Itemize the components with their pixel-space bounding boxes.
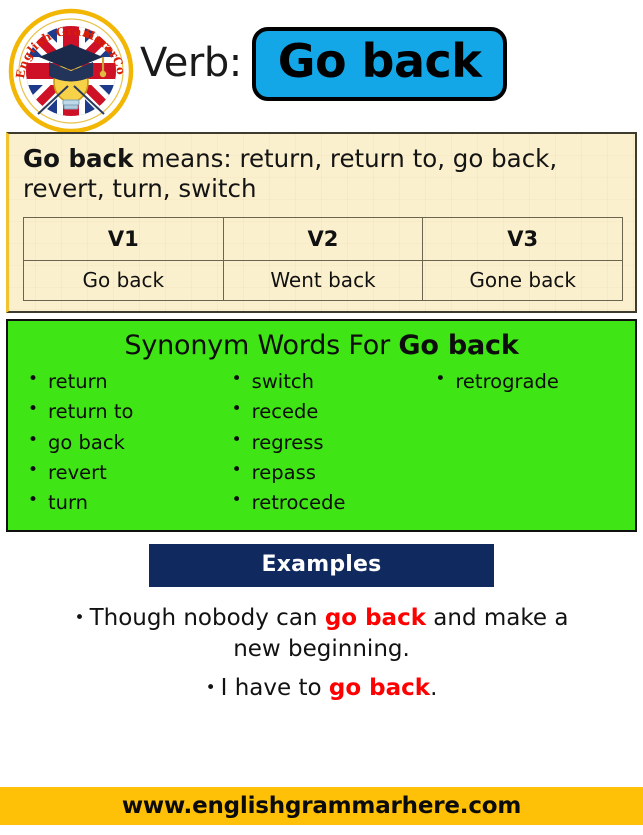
synonyms-title-subject: Go back — [398, 330, 519, 362]
list-item: repass — [226, 457, 424, 488]
examples-list: • Though nobody can go back and make a ne… — [0, 603, 643, 703]
logo-badge: English Grammar Here.Com — [8, 8, 134, 134]
synonyms-list-3: retrograde — [429, 366, 627, 397]
meaning-subject: Go back — [23, 144, 134, 173]
table-cell-v1: Go back — [23, 260, 224, 302]
list-item: go back — [22, 427, 220, 458]
table-cell-v3: Gone back — [422, 260, 623, 302]
meaning-text: Go back means: return, return to, go bac… — [23, 144, 623, 204]
list-item: switch — [226, 366, 424, 397]
list-item: return to — [22, 396, 220, 427]
list-item: recede — [226, 396, 424, 427]
list-item: retrograde — [429, 366, 627, 397]
table-row: Go back Went back Gone back — [23, 260, 623, 302]
example-2-after: . — [430, 674, 438, 701]
meaning-connector: means: — [133, 144, 240, 173]
table-header-v3: V3 — [422, 217, 623, 262]
list-item: turn — [22, 487, 220, 518]
list-item: retrocede — [226, 487, 424, 518]
footer-bar: www.englishgrammarhere.com — [0, 787, 643, 825]
meaning-panel: Go back means: return, return to, go bac… — [6, 132, 637, 314]
synonyms-column-1: return return to go back revert turn — [16, 366, 220, 518]
bullet-icon: • — [74, 608, 85, 629]
table-header-v1: V1 — [23, 217, 224, 262]
examples-section: Examples • Though nobody can go back and … — [0, 544, 643, 703]
logo-icon: English Grammar Here.Com — [8, 8, 134, 134]
example-item-2: • I have to go back. — [0, 673, 643, 704]
page-header: English Grammar Here.Com Verb: Go back — [0, 0, 643, 134]
bullet-icon: • — [205, 677, 216, 698]
example-item-1: • Though nobody can go back and make a ne… — [0, 603, 643, 665]
synonyms-list-2: switch recede regress repass retrocede — [226, 366, 424, 518]
examples-heading: Examples — [149, 544, 494, 588]
table-cell-v2: Went back — [222, 260, 424, 302]
verb-label: Verb: — [140, 40, 242, 86]
verb-title-box: Go back — [251, 27, 508, 101]
synonyms-columns: return return to go back revert turn swi… — [16, 366, 627, 518]
verb-title: Go back — [277, 34, 482, 89]
table-header-row: V1 V2 V3 — [23, 217, 623, 262]
list-item: regress — [226, 427, 424, 458]
synonyms-list-1: return return to go back revert turn — [22, 366, 220, 518]
list-item: revert — [22, 457, 220, 488]
synonyms-column-2: switch recede regress repass retrocede — [220, 366, 424, 518]
table-header-v2: V2 — [222, 217, 424, 262]
list-item: return — [22, 366, 220, 397]
example-2-highlight: go back — [328, 674, 431, 701]
example-1-highlight: go back — [324, 605, 426, 632]
synonyms-title-prefix: Synonym Words For — [124, 330, 399, 362]
example-2-before: I have to — [220, 674, 329, 701]
site-logo[interactable]: English Grammar Here.Com — [0, 0, 140, 134]
synonyms-panel: Synonym Words For Go back return return … — [6, 319, 637, 533]
example-1-before: Though nobody can — [89, 605, 325, 632]
synonyms-column-3: retrograde — [423, 366, 627, 397]
verb-forms-table: V1 V2 V3 Go back Went back Gone back — [23, 217, 623, 302]
synonyms-title: Synonym Words For Go back — [16, 330, 627, 361]
footer-url[interactable]: www.englishgrammarhere.com — [122, 793, 521, 819]
